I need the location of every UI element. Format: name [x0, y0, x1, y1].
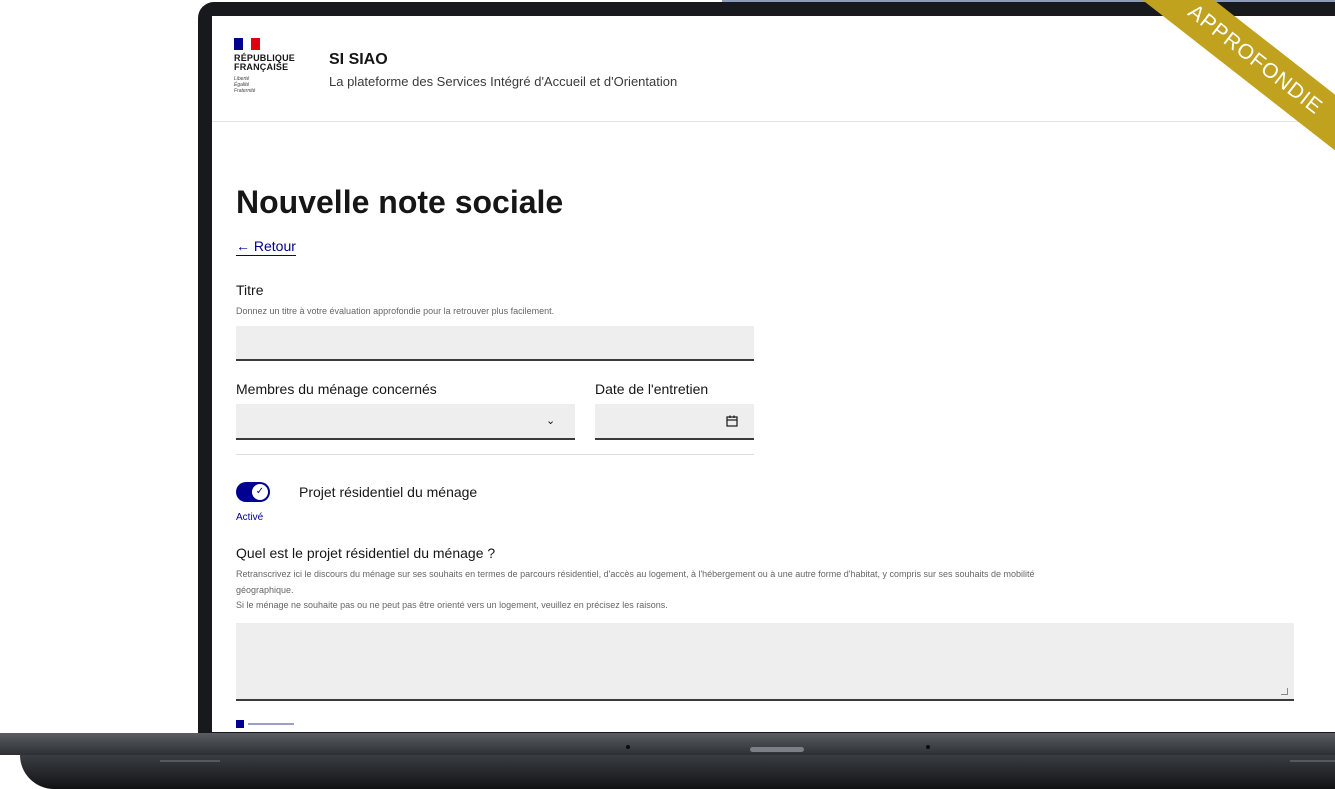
corner-ribbon: APPROFONDIE	[1085, 0, 1335, 215]
motto-fraternite: Fraternité	[234, 88, 256, 94]
back-link-label: Retour	[253, 238, 296, 254]
laptop-base	[0, 733, 1335, 789]
date-label: Date de l'entretien	[595, 381, 709, 397]
titre-input[interactable]	[236, 326, 754, 361]
chevron-down-icon: ⌄	[546, 415, 556, 427]
toggle-label: Projet résidentiel du ménage	[299, 484, 478, 500]
toggle-state: Activé	[236, 512, 264, 523]
back-link[interactable]: ← Retour	[236, 238, 296, 256]
question-hint-1: Retranscrivez ici le discours du ménage …	[236, 569, 1035, 579]
section-divider	[236, 454, 754, 455]
membres-label: Membres du ménage concernés	[236, 381, 437, 397]
question-hint-2: géographique.	[236, 585, 294, 595]
calendar-icon[interactable]	[726, 415, 738, 427]
page-title: Nouvelle note sociale	[236, 184, 564, 220]
truncated-footer-item	[236, 720, 296, 728]
app-title[interactable]: SI SIAO	[329, 51, 388, 69]
ribbon-text: APPROFONDIE	[1091, 0, 1335, 195]
app-subtitle: La plateforme des Services Intégré d'Acc…	[329, 74, 678, 89]
question-label: Quel est le projet résidentiel du ménage…	[236, 545, 496, 561]
resize-handle-icon[interactable]	[1281, 688, 1288, 695]
flag-icon	[234, 38, 261, 50]
logo-motto: Liberté Égalité Fraternité	[234, 76, 294, 94]
republique-francaise-logo[interactable]: RÉPUBLIQUE FRANÇAISE Liberté Égalité Fra…	[234, 38, 295, 94]
arrow-left-icon: ←	[236, 238, 254, 254]
projet-residentiel-textarea[interactable]	[236, 623, 1294, 701]
titre-hint: Donnez un titre à votre évaluation appro…	[236, 306, 555, 316]
logo-line-2: FRANÇAISE	[234, 62, 289, 72]
projet-residentiel-toggle[interactable]: ✓	[236, 482, 270, 502]
membres-select[interactable]: ⌄	[236, 404, 575, 440]
titre-label: Titre	[236, 282, 264, 298]
date-input[interactable]	[595, 404, 754, 440]
check-icon: ✓	[251, 483, 269, 501]
question-hint-3: Si le ménage ne souhaite pas ou ne peut …	[236, 600, 668, 610]
lid-notch	[750, 747, 804, 752]
